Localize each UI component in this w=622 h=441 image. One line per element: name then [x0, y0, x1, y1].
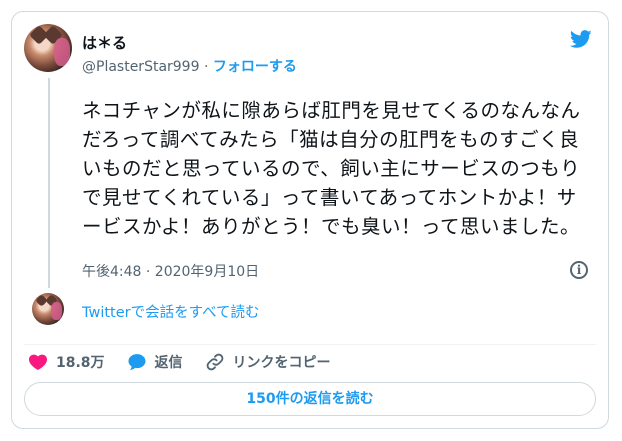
- divider: [24, 344, 596, 345]
- avatar[interactable]: [24, 24, 72, 72]
- copy-link-label: リンクをコピー: [232, 355, 331, 371]
- read-conversation-link[interactable]: Twitterで会話をすべて読む: [82, 301, 260, 322]
- user-handle[interactable]: @PlasterStar999: [82, 59, 200, 75]
- avatar-detail: [51, 302, 62, 320]
- heart-icon: [28, 354, 48, 370]
- avatar-small[interactable]: [32, 293, 64, 325]
- action-bar: 18.8万 返信 リンクをコピー: [28, 349, 353, 375]
- read-replies-button[interactable]: 150件の返信を読む: [24, 382, 596, 416]
- separator: ·: [203, 59, 209, 75]
- reply-label: 返信: [154, 355, 183, 371]
- like-count: 18.8万: [56, 355, 105, 371]
- reply-button[interactable]: 返信: [127, 352, 183, 372]
- like-button[interactable]: 18.8万: [28, 352, 105, 372]
- tweet-card: は＊る @PlasterStar999 · フォローする ネコチャンが私に隙あら…: [11, 11, 609, 429]
- avatar-detail: [54, 38, 70, 66]
- user-display-name[interactable]: は＊る: [82, 32, 127, 53]
- tweet-timestamp[interactable]: 午後4:48 · 2020年9月10日: [82, 261, 259, 281]
- tweet-text: ネコチャンが私に隙あらば肛門を見せてくるのなんなんだろって調べてみたら「猫は自分…: [82, 99, 581, 238]
- copy-link-button[interactable]: リンクをコピー: [205, 352, 331, 372]
- twitter-bird-icon[interactable]: [568, 28, 594, 50]
- info-icon[interactable]: i: [570, 261, 588, 279]
- thread-line: [48, 78, 50, 288]
- reply-bubble-icon: [128, 354, 146, 370]
- follow-button[interactable]: フォローする: [213, 59, 297, 75]
- handle-row: @PlasterStar999 · フォローする: [82, 56, 297, 76]
- link-icon: [206, 353, 223, 371]
